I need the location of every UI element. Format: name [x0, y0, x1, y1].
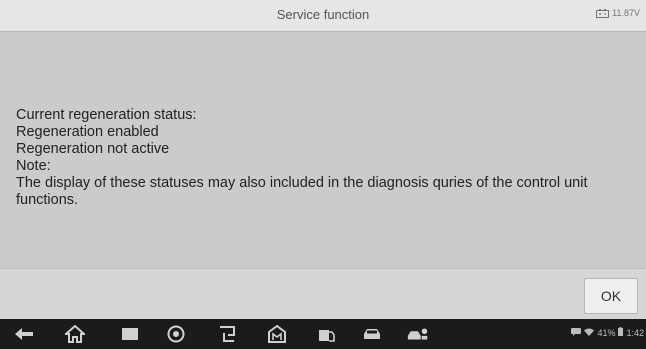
device-battery-icon — [618, 327, 624, 338]
car-icon[interactable] — [360, 324, 384, 344]
recent-apps-icon[interactable] — [118, 324, 142, 344]
battery-icon — [596, 8, 610, 18]
message-line: Current regeneration status: — [16, 107, 197, 123]
message-icon — [571, 327, 582, 338]
home-icon[interactable] — [63, 324, 87, 344]
vehicle-service-icon[interactable] — [406, 324, 430, 344]
message-panel: Current regeneration status: Regeneratio… — [0, 32, 646, 268]
wifi-icon — [584, 328, 595, 338]
battery-voltage: 11.87V — [612, 8, 640, 18]
system-status: 41% 1:42 — [571, 327, 644, 338]
vehicle-menu-icon[interactable] — [314, 324, 338, 344]
browser-icon[interactable] — [164, 324, 188, 344]
message-text: Current regeneration status: Regeneratio… — [16, 107, 626, 209]
page-title: Service function — [276, 7, 370, 22]
remote-desktop-icon[interactable] — [216, 324, 240, 344]
battery-percent: 41% — [597, 327, 616, 338]
message-line: Regeneration not active — [16, 141, 170, 157]
navigation-bar: 41% 1:42 — [0, 319, 646, 349]
maxifix-icon[interactable] — [265, 324, 289, 344]
ok-button[interactable]: OK — [584, 278, 638, 314]
title-bar: Service function 11.87V — [0, 0, 646, 32]
vehicle-battery-indicator: 11.87V — [596, 8, 640, 18]
message-line: Regeneration enabled — [16, 124, 159, 140]
back-icon[interactable] — [12, 324, 36, 344]
message-line: Note: — [16, 158, 51, 174]
clock: 1:42 — [626, 327, 644, 338]
message-line: The display of these statuses may also i… — [16, 175, 592, 208]
action-bar: OK — [0, 268, 646, 319]
